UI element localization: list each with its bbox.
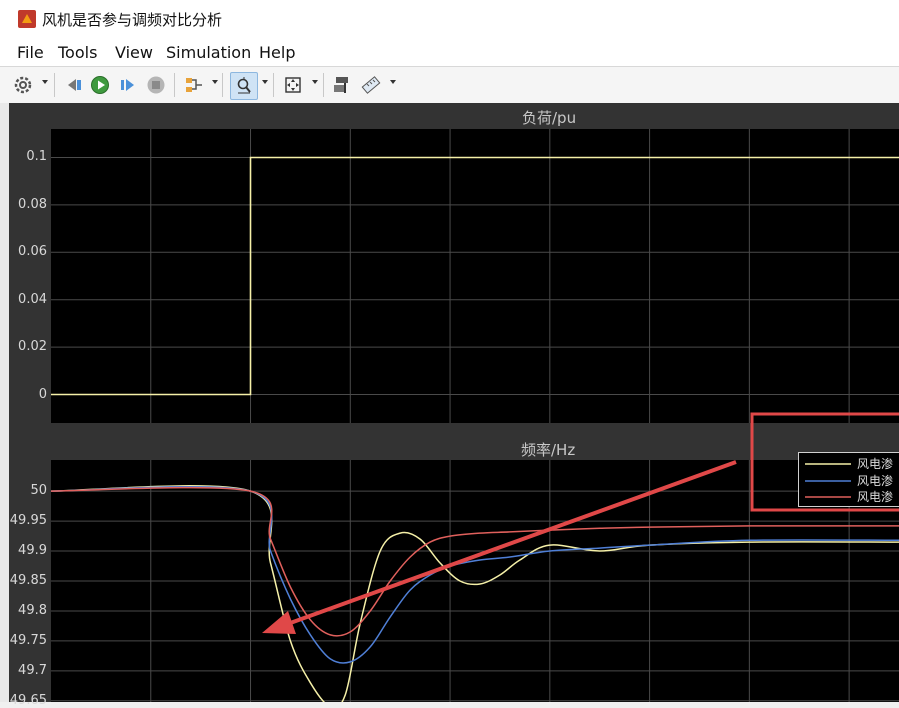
legend-entry — [805, 474, 853, 488]
legend-entry — [805, 490, 853, 504]
legend[interactable]: 风电渗 风电渗 风电渗 — [798, 452, 899, 507]
title-bar: 风机是否参与调频对比分析 — [0, 0, 899, 38]
y-tick-label: 49.8 — [18, 602, 47, 618]
toolbar-separator — [174, 73, 175, 97]
y-tick-label: 49.9 — [18, 543, 47, 559]
menu-tools[interactable]: Tools — [58, 43, 97, 62]
chevron-down-icon[interactable] — [42, 80, 48, 84]
load-chart — [51, 129, 899, 423]
chevron-down-icon[interactable] — [312, 80, 318, 84]
measure-icon[interactable] — [360, 74, 382, 96]
zoom-icon[interactable] — [230, 72, 258, 100]
menu-view[interactable]: View — [115, 43, 153, 62]
toolbar — [0, 66, 899, 104]
y-tick-label: 0.08 — [18, 196, 47, 212]
y-tick-label: 0.04 — [18, 291, 47, 307]
y-tick-label: 0 — [38, 386, 47, 402]
y-tick-label: 0.06 — [18, 244, 47, 260]
window-title: 风机是否参与调频对比分析 — [42, 11, 223, 29]
legend-entry — [805, 457, 853, 471]
matlab-logo-icon — [18, 10, 36, 28]
y-tick-label: 50 — [30, 483, 47, 499]
chevron-down-icon[interactable] — [262, 80, 268, 84]
y-tick-label: 49.65 — [9, 692, 47, 708]
frequency-series-yellow — [51, 485, 899, 702]
frequency-series-red — [51, 486, 899, 637]
frequency-chart — [51, 460, 899, 702]
legend-label: 风电渗 — [857, 457, 894, 471]
toolbar-separator — [323, 73, 324, 97]
chevron-down-icon[interactable] — [212, 80, 218, 84]
step-back-icon[interactable] — [63, 74, 85, 96]
legend-label: 风电渗 — [857, 490, 894, 504]
toolbar-separator — [273, 73, 274, 97]
y-tick-label: 49.7 — [18, 662, 47, 678]
legend-label: 风电渗 — [857, 474, 894, 488]
scope-display: 负荷/pu 0.1 0.08 0.06 0.04 0.02 0 频率/Hz 50 49.95… — [9, 103, 899, 708]
plot-area-load[interactable] — [51, 129, 899, 423]
menu-simulation[interactable]: Simulation — [166, 43, 251, 62]
toolbar-separator — [222, 73, 223, 97]
axes-title-frequency: 频率/Hz — [521, 441, 576, 459]
y-tick-label: 49.75 — [9, 632, 47, 648]
plot-area-frequency[interactable] — [51, 460, 899, 702]
stop-icon[interactable] — [145, 74, 167, 96]
frequency-series-blue — [51, 485, 899, 664]
menu-bar: File Tools View Simulation Help — [0, 38, 899, 66]
toolbar-separator — [54, 73, 55, 97]
menu-help[interactable]: Help — [259, 43, 295, 62]
menu-file[interactable]: File — [17, 43, 44, 62]
properties-icon[interactable] — [331, 74, 353, 96]
load-series-line — [51, 156, 899, 396]
y-tick-label: 49.95 — [9, 513, 47, 529]
chevron-down-icon[interactable] — [390, 80, 396, 84]
fit-view-icon[interactable] — [282, 74, 304, 96]
gear-icon[interactable] — [12, 74, 34, 96]
step-forward-icon[interactable] — [117, 74, 139, 96]
y-tick-label: 0.02 — [18, 339, 47, 355]
axes-title-load: 负荷/pu — [522, 109, 577, 127]
run-icon[interactable] — [89, 74, 111, 96]
y-tick-label: 0.1 — [26, 149, 47, 165]
signal-selector-icon[interactable] — [183, 74, 205, 96]
y-tick-label: 49.85 — [9, 573, 47, 588]
